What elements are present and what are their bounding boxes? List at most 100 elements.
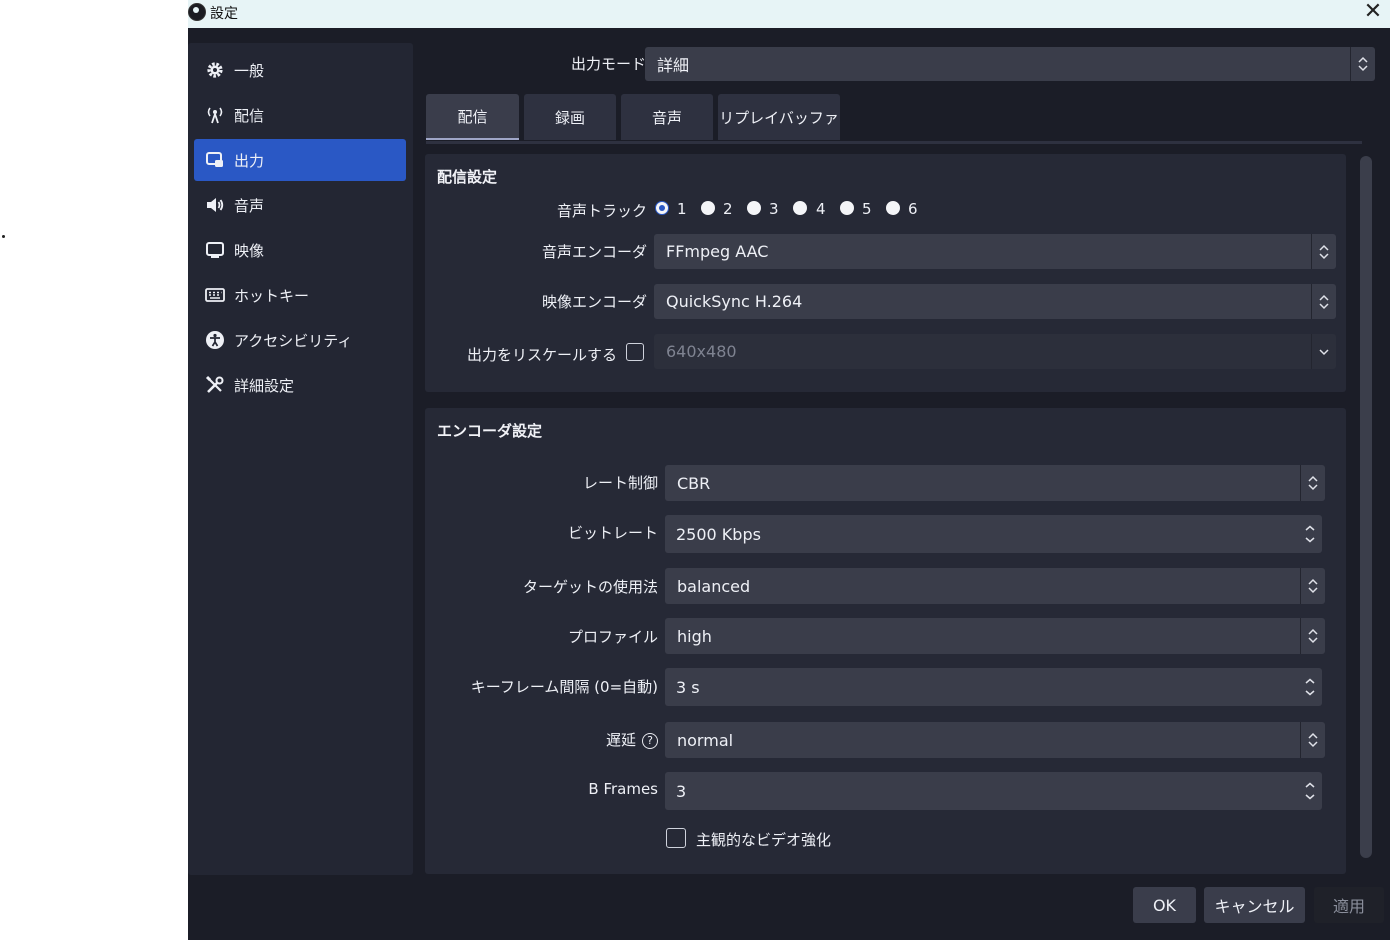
gear-icon (204, 59, 226, 81)
ok-button[interactable]: OK (1133, 887, 1196, 923)
tab-label: 配信 (457, 107, 488, 126)
bitrate-label: ビットレート (567, 524, 658, 542)
rescale-checkbox[interactable] (626, 343, 644, 361)
output-mode-value: 詳細 (657, 56, 690, 75)
audio-track-radio-4[interactable] (793, 201, 807, 215)
sidebar-item-video[interactable]: 映像 (194, 229, 406, 271)
sidebar-item-label: 一般 (234, 61, 265, 80)
stray-dot (2, 235, 5, 238)
spin-arrows-icon[interactable] (1298, 515, 1322, 553)
target-usage-label: ターゲットの使用法 (522, 578, 658, 596)
profile-select[interactable]: high (665, 618, 1325, 654)
tab-replay-buffer[interactable]: リプレイバッファ (718, 94, 840, 140)
sidebar-item-label: 音声 (234, 196, 265, 215)
radio-label: 3 (769, 200, 779, 218)
latency-select[interactable]: normal (665, 722, 1325, 758)
speaker-icon (204, 194, 226, 216)
spin-arrows-icon[interactable] (1298, 772, 1322, 810)
settings-window: 一般 配信 出力 音声 映像 ホットキー アクセシビリティ 詳細設定 出力モード… (188, 28, 1390, 940)
updown-arrow-icon (1300, 465, 1325, 501)
output-icon (204, 149, 226, 171)
video-encoder-value: QuickSync H.264 (666, 292, 803, 311)
obs-logo-icon (188, 3, 206, 21)
profile-value: high (677, 626, 712, 646)
button-label: 適用 (1332, 897, 1365, 916)
keyframe-interval-value: 3 s (676, 677, 700, 697)
updown-arrow-icon (1300, 722, 1325, 758)
sidebar-item-label: 詳細設定 (234, 376, 295, 395)
audio-track-label: 音声トラック (556, 202, 647, 220)
tab-label: 音声 (651, 108, 682, 127)
window-title: 設定 (210, 6, 238, 22)
monitor-icon (204, 239, 226, 261)
rate-control-label: レート制御 (582, 474, 658, 492)
keyboard-icon (204, 284, 226, 306)
target-usage-select[interactable]: balanced (665, 568, 1325, 604)
sidebar-item-label: 映像 (234, 241, 265, 260)
radio-label: 2 (723, 200, 733, 218)
audio-track-radio-6[interactable] (886, 201, 900, 215)
sidebar: 一般 配信 出力 音声 映像 ホットキー アクセシビリティ 詳細設定 (188, 43, 413, 875)
latency-label: 遅延? (606, 729, 658, 750)
cancel-button[interactable]: キャンセル (1204, 887, 1305, 923)
video-encoder-select[interactable]: QuickSync H.264 (654, 284, 1336, 319)
tab-divider (426, 141, 1362, 144)
updown-arrow-icon (1311, 284, 1336, 319)
updown-arrow-icon (1311, 234, 1336, 269)
subjective-enhancement-checkbox[interactable] (666, 828, 686, 848)
title-bar: 設定 ✕ (188, 0, 1390, 28)
audio-encoder-value: FFmpeg AAC (666, 242, 769, 261)
latency-value: normal (677, 730, 734, 750)
bframes-label: B Frames (588, 780, 658, 798)
sidebar-item-audio[interactable]: 音声 (194, 184, 406, 226)
audio-encoder-select[interactable]: FFmpeg AAC (654, 234, 1336, 269)
sidebar-item-output[interactable]: 出力 (194, 139, 406, 181)
tab-audio[interactable]: 音声 (621, 94, 713, 140)
vertical-scrollbar[interactable] (1360, 156, 1372, 858)
sidebar-item-label: 出力 (234, 151, 265, 170)
sidebar-item-general[interactable]: 一般 (194, 49, 406, 91)
sidebar-item-label: アクセシビリティ (234, 331, 353, 350)
audio-track-radio-5[interactable] (840, 201, 854, 215)
audio-track-radio-1[interactable] (655, 201, 669, 215)
tab-stream[interactable]: 配信 (426, 94, 519, 140)
sidebar-item-label: 配信 (234, 106, 265, 125)
updown-arrow-icon (1300, 568, 1325, 604)
subjective-enhancement-label: 主観的なビデオ強化 (696, 831, 832, 849)
bframes-spinbox[interactable]: 3 (665, 772, 1322, 810)
target-usage-value: balanced (677, 576, 751, 596)
audio-track-radio-3[interactable] (747, 201, 761, 215)
chevron-down-icon (1311, 334, 1336, 369)
updown-arrow-icon (1350, 47, 1375, 81)
keyframe-interval-spinbox[interactable]: 3 s (665, 668, 1322, 706)
bitrate-spinbox[interactable]: 2500 Kbps (665, 515, 1322, 553)
output-mode-select[interactable]: 詳細 (645, 47, 1375, 81)
keyframe-interval-label: キーフレーム間隔 (0=自動) (470, 678, 658, 696)
sidebar-item-advanced[interactable]: 詳細設定 (194, 364, 406, 406)
help-icon[interactable]: ? (642, 732, 658, 749)
rate-control-value: CBR (677, 473, 711, 493)
updown-arrow-icon (1300, 618, 1325, 654)
latency-label-text: 遅延 (605, 731, 636, 749)
audio-encoder-label: 音声エンコーダ (541, 243, 647, 261)
tab-recording[interactable]: 録画 (524, 94, 616, 140)
bitrate-value: 2500 Kbps (676, 524, 761, 544)
button-label: OK (1152, 895, 1177, 915)
wrench-screwdriver-icon (204, 374, 226, 396)
sidebar-item-hotkeys[interactable]: ホットキー (194, 274, 406, 316)
radio-label: 4 (816, 200, 826, 218)
sidebar-item-accessibility[interactable]: アクセシビリティ (194, 319, 406, 361)
accessibility-icon (204, 329, 226, 351)
radio-label: 1 (677, 200, 687, 218)
close-icon[interactable]: ✕ (1360, 0, 1386, 26)
rate-control-select[interactable]: CBR (665, 465, 1325, 501)
audio-track-radio-2[interactable] (701, 201, 715, 215)
output-mode-label: 出力モード (571, 55, 647, 73)
sidebar-item-stream[interactable]: 配信 (194, 94, 406, 136)
button-label: キャンセル (1214, 897, 1295, 916)
profile-label: プロファイル (567, 628, 658, 646)
bframes-value: 3 (676, 781, 687, 801)
spin-arrows-icon[interactable] (1298, 668, 1322, 706)
sidebar-item-label: ホットキー (234, 286, 310, 305)
rescale-resolution-select: 640x480 (654, 334, 1336, 369)
